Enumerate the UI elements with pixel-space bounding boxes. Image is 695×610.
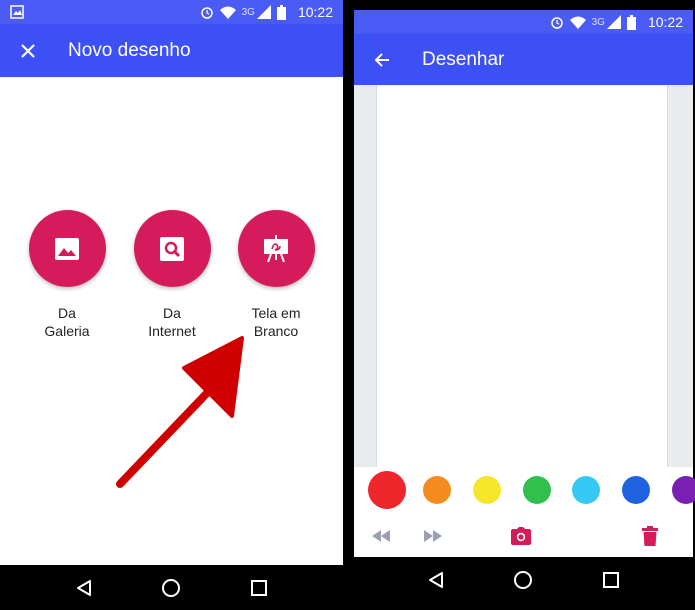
recents-button[interactable] xyxy=(239,568,279,608)
signal-icon xyxy=(256,5,271,19)
back-button[interactable] xyxy=(64,568,104,608)
home-button[interactable] xyxy=(503,560,543,600)
color-swatch-orange[interactable] xyxy=(423,476,451,504)
option-from-internet[interactable]: Da Internet xyxy=(122,210,222,340)
option-label: Da Galeria xyxy=(44,305,90,339)
alarm-icon xyxy=(550,17,563,29)
drawing-toolbar xyxy=(354,467,695,557)
undo-button[interactable] xyxy=(368,523,394,549)
color-swatch-green[interactable] xyxy=(523,476,551,504)
screen-novo-desenho: 3G 10:22 Novo desenho Da Galeria Da Inte… xyxy=(0,0,343,610)
color-swatch-yellow[interactable] xyxy=(473,476,501,504)
app-bar: Desenhar xyxy=(354,34,693,85)
recents-square-icon xyxy=(251,579,268,596)
clock: 10:22 xyxy=(647,14,683,30)
home-circle-icon xyxy=(514,570,533,589)
network-type: 3G xyxy=(241,6,255,18)
image-search-icon xyxy=(160,236,184,261)
gallery-button[interactable] xyxy=(28,210,106,287)
blank-canvas-button[interactable] xyxy=(237,210,315,287)
system-nav-bar xyxy=(0,565,343,610)
image-icon xyxy=(55,237,79,260)
clock: 10:22 xyxy=(297,4,333,20)
back-button[interactable] xyxy=(416,560,456,600)
red-arrow-annotation xyxy=(116,336,244,488)
color-swatch-purple[interactable] xyxy=(672,476,695,504)
recents-button[interactable] xyxy=(591,560,631,600)
status-bar: 3G 10:22 xyxy=(0,0,343,24)
color-swatch-light-blue[interactable] xyxy=(572,476,600,504)
system-nav-bar xyxy=(352,557,695,602)
image-notification-icon xyxy=(10,5,24,19)
battery-icon xyxy=(626,14,636,30)
wifi-icon xyxy=(569,16,586,29)
page-title: Novo desenho xyxy=(68,39,191,61)
back-triangle-icon xyxy=(428,571,443,588)
camera-icon xyxy=(511,527,531,545)
app-bar: Novo desenho xyxy=(0,24,343,77)
signal-icon xyxy=(606,15,621,29)
wifi-icon xyxy=(219,6,236,19)
page-title: Desenhar xyxy=(422,48,505,70)
internet-search-button[interactable] xyxy=(133,210,211,287)
arrow-back-icon xyxy=(374,52,389,67)
redo-button[interactable] xyxy=(420,523,446,549)
delete-button[interactable] xyxy=(637,523,663,549)
easel-icon xyxy=(264,234,288,262)
back-triangle-icon xyxy=(76,579,91,596)
drawing-canvas[interactable] xyxy=(376,85,668,467)
rewind-icon xyxy=(372,530,390,542)
camera-button[interactable] xyxy=(508,523,534,549)
close-button[interactable] xyxy=(0,24,56,77)
trash-icon xyxy=(642,526,658,546)
option-from-gallery[interactable]: Da Galeria xyxy=(17,210,117,340)
back-button[interactable] xyxy=(354,33,410,86)
battery-icon xyxy=(276,4,286,20)
color-swatch-red[interactable] xyxy=(368,471,406,509)
network-type: 3G xyxy=(591,16,605,28)
home-button[interactable] xyxy=(151,568,191,608)
drawing-canvas-area xyxy=(354,85,693,467)
status-bar: 3G 10:22 xyxy=(354,10,693,34)
color-swatch-blue[interactable] xyxy=(622,476,650,504)
screen-desenhar: 3G 10:22 Desenhar xyxy=(352,0,695,610)
fast-forward-icon xyxy=(424,530,442,542)
recents-square-icon xyxy=(603,571,620,588)
home-circle-icon xyxy=(162,578,181,597)
new-drawing-options: Da Galeria Da Internet Tela em Branco xyxy=(0,77,343,565)
option-blank-canvas[interactable]: Tela em Branco xyxy=(226,210,326,340)
alarm-icon xyxy=(200,7,213,19)
close-icon xyxy=(21,43,35,58)
